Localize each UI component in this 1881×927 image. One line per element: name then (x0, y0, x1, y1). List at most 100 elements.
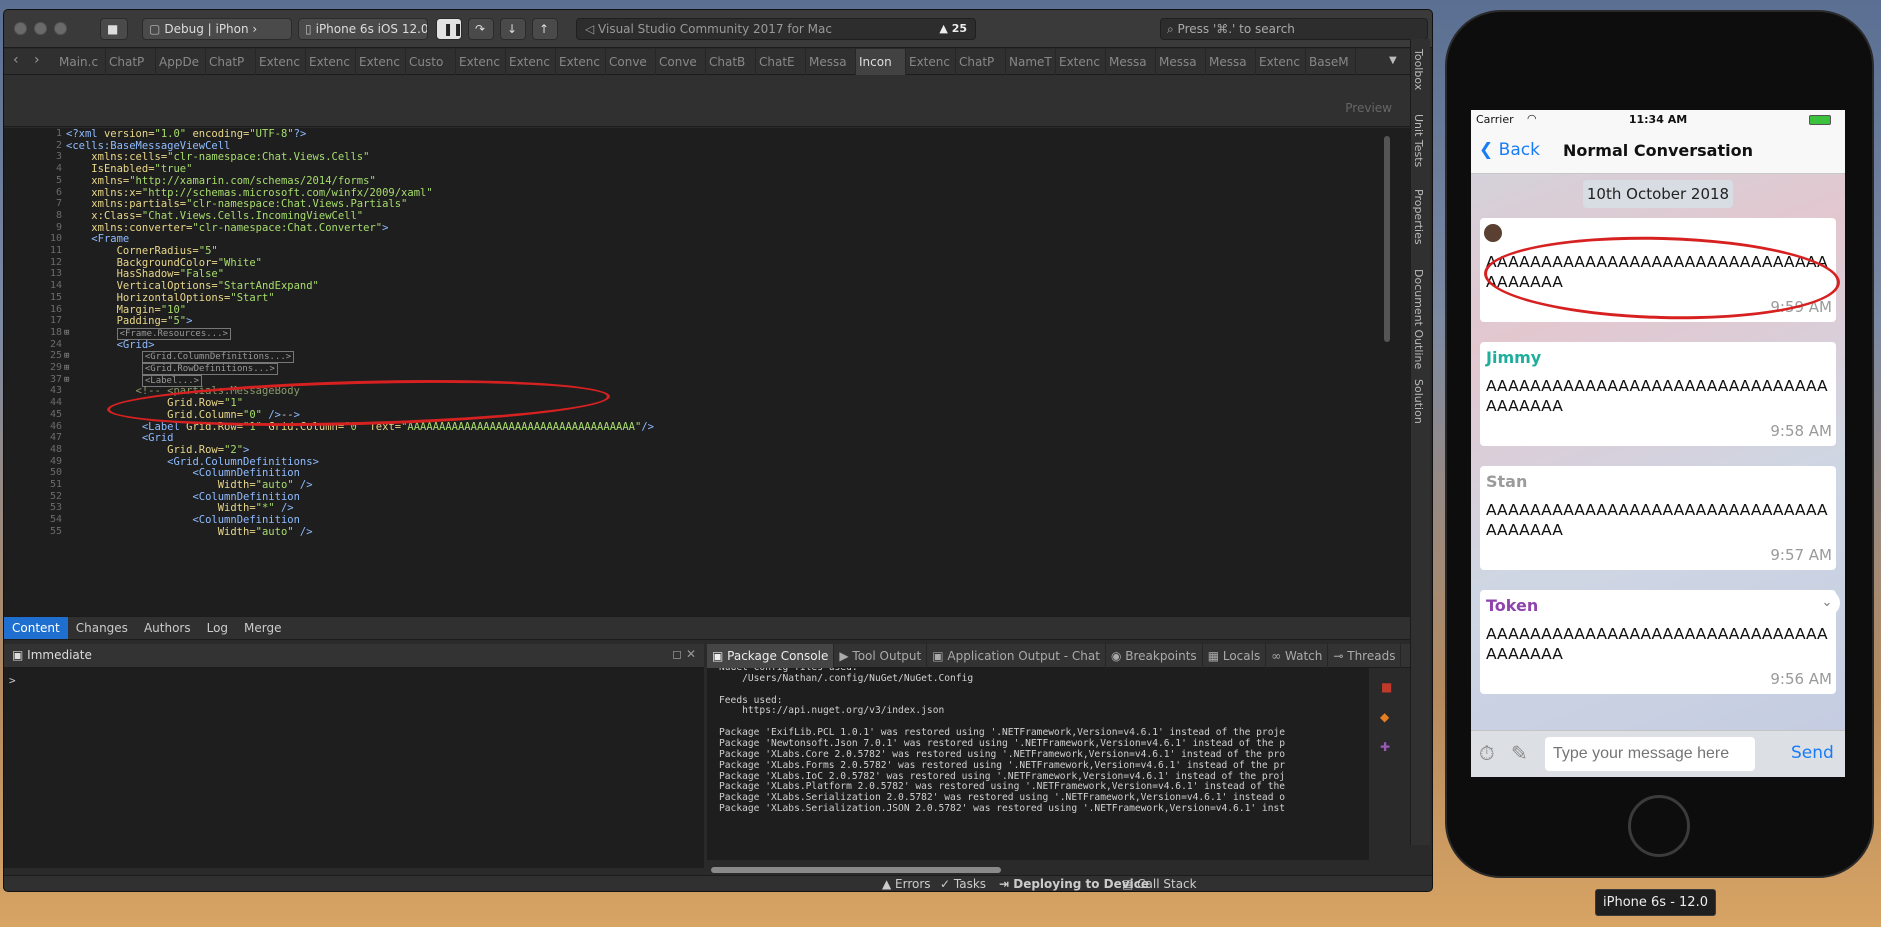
pin-icon[interactable]: ✚ (1380, 740, 1390, 754)
pad-tab-watch[interactable]: ∞ Watch (1266, 644, 1329, 668)
document-tab[interactable]: Extenc (506, 49, 556, 75)
document-tab[interactable]: ChatP (206, 49, 256, 75)
clear-icon[interactable]: ◆ (1380, 710, 1389, 724)
document-tab[interactable]: Conve (656, 49, 706, 75)
document-tab[interactable]: Messa (1106, 49, 1156, 75)
step-into-button[interactable]: ↓ (500, 18, 526, 40)
tasks-button[interactable]: ✓ Tasks (940, 877, 986, 891)
search-icon: ⌕ (1167, 22, 1178, 36)
run-configuration-selector[interactable]: ▢ Debug | iPhon › (142, 18, 292, 40)
pad-tab-locals[interactable]: ▦ Locals (1203, 644, 1267, 668)
warning-badge[interactable]: ▲ 25 (939, 19, 967, 39)
version-control-tabs: Content Changes Authors Log Merge (4, 616, 1414, 640)
side-panel-document-outline[interactable]: Document Outline (1412, 269, 1425, 369)
scroll-down-icon[interactable]: ⌄ (1814, 590, 1840, 616)
document-tab[interactable]: ChatP (106, 49, 156, 75)
document-tab[interactable]: Extenc (556, 49, 606, 75)
message-bubble[interactable]: Stan AAAAAAAAAAAAAAAAAAAAAAAAAAAAAAAAAAAA… (1480, 466, 1836, 570)
vc-tab-merge[interactable]: Merge (236, 617, 289, 639)
stop-square-icon[interactable]: ■ (1381, 680, 1392, 694)
pad-tab-icon: ⊸ (1333, 649, 1348, 663)
home-button[interactable] (1628, 795, 1690, 857)
message-sender: Jimmy (1486, 348, 1542, 367)
pad-tab-tool-output[interactable]: ▶ Tool Output (834, 644, 928, 668)
errors-button[interactable]: ▲ Errors (882, 877, 931, 891)
pad-tab-breakpoints[interactable]: ◉ Breakpoints (1106, 644, 1203, 668)
editor-header: Preview (4, 75, 1414, 127)
document-tab[interactable]: Incon (856, 49, 906, 75)
side-panel-unit-tests[interactable]: Unit Tests (1412, 114, 1425, 167)
status-box: ◁ Visual Studio Community 2017 for Mac ▲… (576, 18, 976, 40)
preview-button[interactable]: Preview (1345, 101, 1392, 115)
document-tab[interactable]: Conve (606, 49, 656, 75)
chevron-down-icon[interactable]: ▼ (1389, 55, 1397, 66)
battery-icon (1809, 115, 1831, 125)
document-tab[interactable]: BaseM (1306, 49, 1356, 75)
document-tab[interactable]: AppDe (156, 49, 206, 75)
side-panel-solution[interactable]: Solution (1412, 379, 1425, 424)
call-stack-button[interactable]: ▤ Call Stack (1122, 877, 1197, 891)
vc-tab-log[interactable]: Log (199, 617, 236, 639)
document-tab[interactable]: Extenc (456, 49, 506, 75)
attachment-icon[interactable]: ✎ (1511, 741, 1528, 765)
device-selector[interactable]: ▯ iPhone 6s iOS 12.0 (298, 18, 428, 40)
code-editor[interactable]: 1 2 3 4 5 6 7 8 9 10 11 12 13 14 15 16 17 18 ⊞ 24 25 ⊞ 29 ⊞ 37 ⊞ 4… (4, 128, 1414, 616)
document-tab[interactable]: Extenc (1056, 49, 1106, 75)
side-panel-properties[interactable]: Properties (1412, 189, 1425, 245)
minimize-window-button[interactable] (34, 22, 47, 35)
phone-icon: ▯ (305, 22, 312, 36)
document-tab[interactable]: Extenc (256, 49, 306, 75)
console-horizontal-scrollbar[interactable] (711, 867, 1001, 873)
step-into-icon: ↓ (507, 22, 518, 36)
zoom-window-button[interactable] (54, 22, 67, 35)
immediate-pad-body[interactable]: > (4, 668, 704, 868)
message-input[interactable] (1545, 737, 1755, 771)
document-tab[interactable]: Messa (1156, 49, 1206, 75)
pause-icon: ❚❚ (443, 22, 462, 36)
stack-icon: ▤ (1122, 877, 1138, 891)
chevron-right-icon[interactable]: › (34, 52, 40, 68)
document-tab[interactable]: Messa (806, 49, 856, 75)
package-console[interactable]: NuGet Config files used: /Users/Nathan/.… (707, 668, 1369, 860)
line-number: 55 (49, 525, 62, 537)
search-input[interactable]: ⌕ Press '⌘.' to search (1160, 18, 1428, 40)
step-out-icon: ↑ (539, 22, 550, 36)
pause-button[interactable]: ❚❚ (436, 18, 462, 40)
send-button[interactable]: Send (1791, 743, 1834, 763)
vc-tab-changes[interactable]: Changes (68, 617, 136, 639)
editor-vertical-scrollbar[interactable] (1384, 136, 1390, 342)
message-bubble[interactable]: Token AAAAAAAAAAAAAAAAAAAAAAAAAAAAAAAAAAA… (1480, 590, 1836, 694)
document-tab[interactable]: Extenc (1256, 49, 1306, 75)
document-tab[interactable]: Extenc (356, 49, 406, 75)
document-tab[interactable]: Extenc (306, 49, 356, 75)
vc-tab-authors[interactable]: Authors (136, 617, 199, 639)
vc-tab-content[interactable]: Content (4, 617, 68, 639)
message-bubble[interactable]: Jimmy AAAAAAAAAAAAAAAAAAAAAAAAAAAAAAAAAAA… (1480, 342, 1836, 446)
close-window-button[interactable] (14, 22, 27, 35)
pad-tab-application-output-chat[interactable]: ▣ Application Output - Chat (927, 644, 1106, 668)
document-tab[interactable]: ChatB (706, 49, 756, 75)
document-tab[interactable]: ChatP (956, 49, 1006, 75)
stop-button[interactable]: ■ (100, 18, 128, 40)
pad-tab-package-console[interactable]: ▣ Package Console (707, 644, 835, 668)
document-tab[interactable]: Main.c (56, 49, 106, 75)
step-over-button[interactable]: ↷ (468, 18, 494, 40)
pad-tab-threads[interactable]: ⊸ Threads (1328, 644, 1402, 668)
document-tab[interactable]: Custo (406, 49, 456, 75)
window-icon: ▢ (149, 22, 161, 36)
side-panel-strip: Toolbox Unit Tests Properties Document Outl… (1410, 39, 1430, 845)
chevron-left-icon[interactable]: ‹ (13, 52, 19, 68)
pad-tab-icon: ◉ (1110, 649, 1126, 663)
title-bar: ■ ▢ Debug | iPhon › ▯ iPhone 6s iOS 12.0 ❚… (4, 10, 1432, 48)
side-panel-toolbox[interactable]: Toolbox (1412, 49, 1425, 90)
pad-tab-icon: ▦ (1207, 649, 1223, 663)
document-tab[interactable]: Extenc (906, 49, 956, 75)
terminal-icon: ▣ (12, 648, 28, 662)
document-tab[interactable]: ChatE (756, 49, 806, 75)
close-icon[interactable]: ✕ (686, 647, 696, 661)
pin-icon[interactable]: ◻ (672, 647, 686, 661)
document-tab[interactable]: NameT (1006, 49, 1056, 75)
document-tab[interactable]: Messa (1206, 49, 1256, 75)
step-out-button[interactable]: ↑ (532, 18, 558, 40)
timer-icon[interactable]: ⏱ (1479, 741, 1495, 765)
